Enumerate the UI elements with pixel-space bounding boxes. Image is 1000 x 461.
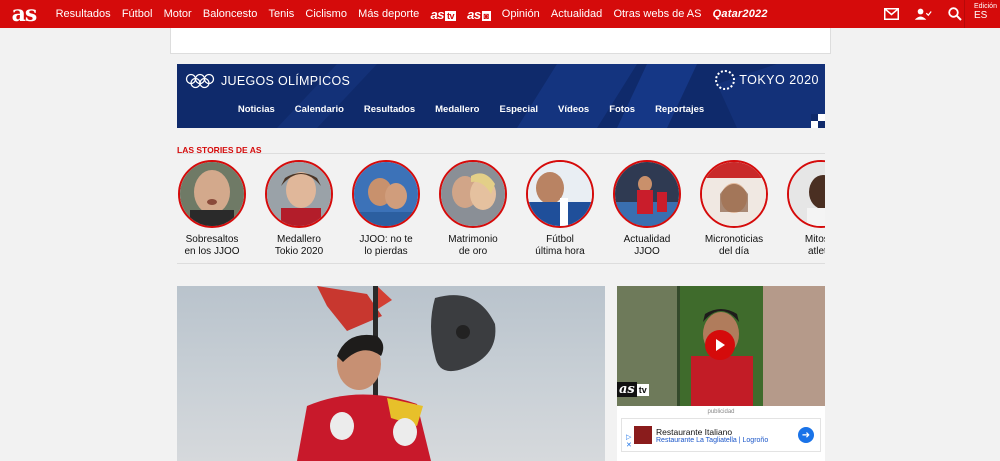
nav-qatar2022[interactable]: Qatar2022 [707, 8, 773, 20]
story-caption: Medallero [277, 234, 321, 245]
nav-motor[interactable]: Motor [158, 8, 197, 20]
oly-tab-calendario[interactable]: Calendario [295, 104, 344, 115]
main-nav: Resultados Fútbol Motor Baloncesto Tenis… [50, 0, 773, 28]
as-tv-badge: as tv [617, 382, 649, 397]
as-logo[interactable]: as [0, 0, 44, 28]
header-tools [882, 0, 964, 28]
mail-icon[interactable] [882, 5, 900, 23]
play-icon [716, 339, 725, 351]
nav-as-tv[interactable]: as tv [425, 7, 462, 22]
story-caption: Fútbol [546, 234, 574, 245]
ad-slot-top [170, 28, 831, 54]
nav-actualidad[interactable]: Actualidad [545, 8, 608, 20]
ad-title: Restaurante Italiano [656, 426, 733, 437]
story-item[interactable]: Mitos datletis [786, 160, 825, 258]
corner-decoration [811, 114, 825, 128]
stories-carousel: Sobresaltos en los JJOO Medallero Tokio 20… [177, 160, 825, 264]
adchoices-icon[interactable]: ▷ ✕ [626, 433, 632, 449]
story-thumbnail [352, 160, 420, 228]
oly-tab-fotos[interactable]: Fotos [609, 104, 635, 115]
tokyo-emblem-icon [715, 70, 736, 90]
nav-tenis[interactable]: Tenis [263, 8, 300, 20]
oly-tab-resultados[interactable]: Resultados [364, 104, 415, 115]
nav-ciclismo[interactable]: Ciclismo [300, 8, 353, 20]
story-caption: Tokio 2020 [274, 246, 324, 257]
nav-resultados[interactable]: Resultados [50, 8, 116, 20]
as-tv-box: tv [444, 10, 456, 21]
climber-photo [297, 286, 496, 461]
ad-label: publicidad [707, 409, 735, 415]
nav-opinion[interactable]: Opinión [496, 8, 545, 20]
oly-tab-reportajes[interactable]: Reportajes [655, 104, 704, 115]
story-thumbnail [526, 160, 594, 228]
olympics-menu: Noticias Calendario Resultados Medallero… [177, 104, 825, 115]
story-thumbnail [439, 160, 507, 228]
edition-code: ES [974, 10, 988, 21]
story-caption: lo pierdas [364, 246, 408, 257]
ad-thumbnail [634, 426, 652, 444]
story-item[interactable]: Matrimonio de oro [438, 160, 508, 258]
story-caption: de oro [458, 246, 488, 257]
advertisement: publicidad ▷ ✕ Restaurante Italiano Resta… [617, 406, 825, 461]
story-item[interactable]: Actualidad JJOO [612, 160, 682, 258]
directions-arrow-icon[interactable]: ➜ [798, 427, 814, 443]
stories-heading: LAS STORIES DE AS [177, 145, 262, 155]
story-item[interactable]: Medallero Tokio 2020 [264, 160, 334, 258]
stories-header: LAS STORIES DE AS [177, 140, 825, 155]
hero-photo[interactable] [177, 286, 605, 461]
oly-tab-especial[interactable]: Especial [499, 104, 538, 115]
olympics-banner: JUEGOS OLÍMPICOS TOKYO 2020 Noticias Cal… [177, 64, 825, 128]
edition-label: Edición [974, 3, 997, 10]
story-caption: última hora [535, 246, 585, 257]
story-caption: atletis [807, 246, 825, 257]
nav-futbol[interactable]: Fútbol [116, 8, 158, 20]
nav-mas-deporte[interactable]: Más deporte [353, 8, 425, 20]
story-thumbnail [787, 160, 825, 228]
video-player[interactable]: as tv [617, 286, 825, 406]
user-icon[interactable] [914, 5, 932, 23]
oly-tab-medallero[interactable]: Medallero [435, 104, 479, 115]
story-caption: Micronoticias [704, 234, 764, 245]
oly-tab-videos[interactable]: Vídeos [558, 104, 589, 115]
story-caption: Matrimonio [448, 234, 498, 245]
ad-subtitle: Restaurante La Tagliatella | Logroño [656, 436, 769, 444]
play-button[interactable] [705, 330, 735, 360]
ad-card[interactable]: ▷ ✕ Restaurante Italiano Restaurante La T… [621, 418, 821, 452]
story-caption: Actualidad [623, 234, 671, 245]
nav-baloncesto[interactable]: Baloncesto [197, 8, 263, 20]
story-thumbnail [613, 160, 681, 228]
story-item[interactable]: Micronoticias del día [699, 160, 769, 258]
olympics-title-text: JUEGOS OLÍMPICOS [221, 74, 351, 88]
olympic-rings-icon [185, 73, 215, 89]
as-tv-badge-as: as [617, 382, 637, 397]
olympics-title[interactable]: JUEGOS OLÍMPICOS [185, 73, 350, 89]
story-caption: en los JJOO [184, 246, 240, 257]
oly-tab-noticias[interactable]: Noticias [238, 104, 275, 115]
story-thumbnail [700, 160, 768, 228]
as-tv-text: as [430, 6, 445, 22]
story-caption: Sobresaltos [185, 234, 239, 245]
search-icon[interactable] [946, 5, 964, 23]
story-caption: Mitos d [804, 234, 825, 245]
story-item[interactable]: JJOO: no te lo pierdas [351, 160, 421, 258]
nav-as-foto[interactable]: as ◙ [462, 7, 497, 22]
tokyo-2020-text: TOKYO 2020 [739, 73, 819, 87]
story-caption: JJOO [634, 246, 660, 257]
story-item[interactable]: Sobresaltos en los JJOO [177, 160, 247, 258]
story-caption: JJOO: no te [359, 234, 413, 245]
story-caption: del día [718, 246, 750, 257]
tokyo-2020-logo[interactable]: TOKYO 2020 [715, 70, 819, 90]
nav-otras-webs[interactable]: Otras webs de AS [608, 8, 707, 20]
story-item[interactable]: Fútbol última hora [525, 160, 595, 258]
top-navigation-bar: as Resultados Fútbol Motor Baloncesto Te… [0, 0, 1000, 28]
edition-selector[interactable]: Edición ES [964, 0, 1000, 28]
as-tv-badge-tv: tv [636, 383, 649, 396]
story-thumbnail [178, 160, 246, 228]
as-foto-text: as [467, 6, 481, 22]
story-thumbnail [265, 160, 333, 228]
camera-icon: ◙ [481, 10, 491, 21]
